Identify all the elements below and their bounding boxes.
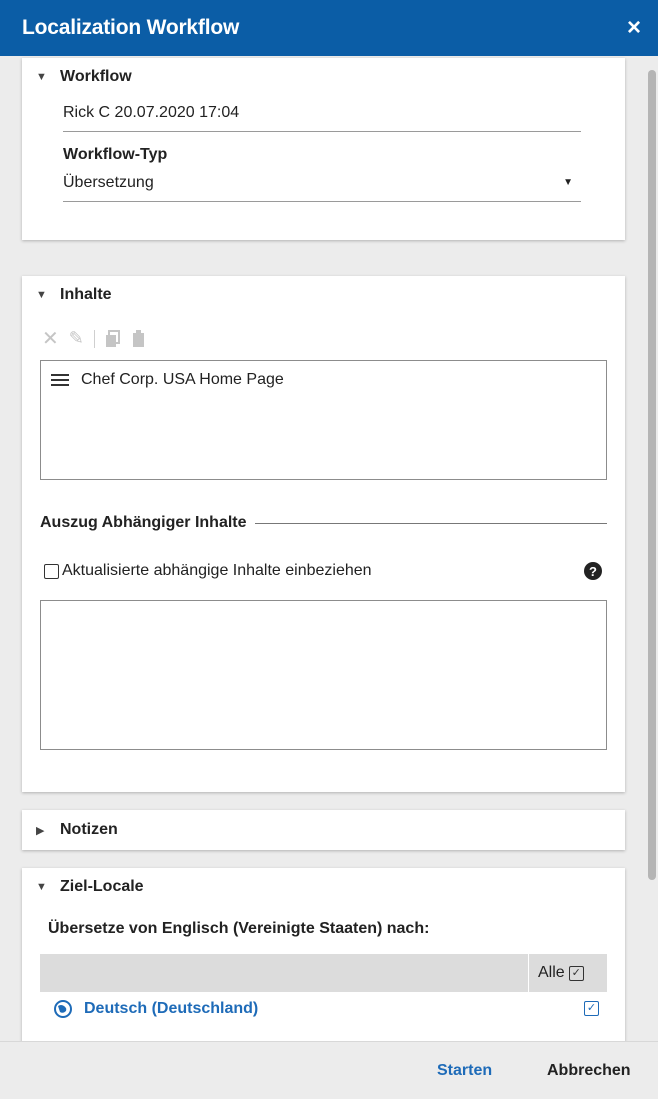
workflow-name-value: Rick C 20.07.2020 17:04 [63, 104, 240, 121]
inhalte-panel: ▼ Inhalte ✕ ✎ Chef Corp. USA Home Page A… [22, 276, 625, 792]
notizen-panel-header[interactable]: ▶ Notizen [36, 821, 118, 839]
locale-row[interactable]: Deutsch (Deutschland) ✓ [40, 992, 607, 1028]
workflow-panel-header[interactable]: ▼ Workflow [36, 68, 132, 86]
dialog-title: Localization Workflow [22, 16, 240, 39]
caret-down-icon: ▼ [36, 289, 47, 301]
workflow-name-field[interactable]: Rick C 20.07.2020 17:04 [63, 104, 581, 132]
locale-table: Alle ✓ Deutsch (Deutschland) ✓ [40, 954, 607, 1041]
inhalte-panel-header[interactable]: ▼ Inhalte [36, 286, 112, 304]
close-icon[interactable]: × [620, 14, 648, 42]
workflow-type-value: Übersetzung [63, 174, 154, 191]
select-all-label: Alle [538, 964, 565, 981]
dialog-titlebar: Localization Workflow × [0, 0, 658, 56]
paste-icon[interactable] [131, 329, 147, 348]
ziel-locale-panel: ▼ Ziel-Locale Übersetze von Englisch (Ve… [22, 868, 625, 1041]
workflow-panel: ▼ Workflow Rick C 20.07.2020 17:04 Workf… [22, 58, 625, 240]
dependent-section-header: Auszug Abhängiger Inhalte [40, 514, 607, 532]
caret-down-icon: ▼ [36, 881, 47, 893]
dependent-content-list[interactable] [40, 600, 607, 750]
inhalte-heading: Inhalte [60, 286, 112, 303]
content-toolbar: ✕ ✎ [42, 326, 147, 351]
dropdown-caret-icon: ▼ [563, 177, 573, 188]
remove-icon[interactable]: ✕ [42, 326, 59, 351]
workflow-heading: Workflow [60, 68, 132, 85]
dialog-footer: Starten Abbrechen [0, 1041, 658, 1099]
toolbar-separator [93, 329, 95, 348]
ziel-locale-panel-header[interactable]: ▼ Ziel-Locale [36, 878, 144, 896]
list-item[interactable]: Chef Corp. USA Home Page [41, 361, 606, 399]
start-button[interactable]: Starten [437, 1062, 492, 1080]
workflow-type-select[interactable]: Übersetzung ▼ [63, 174, 581, 202]
locale-table-header: Alle ✓ [40, 954, 607, 992]
cancel-button[interactable]: Abbrechen [547, 1062, 631, 1080]
list-item-label: Chef Corp. USA Home Page [81, 371, 284, 388]
header-divider [528, 954, 529, 992]
dialog-content: ▼ Workflow Rick C 20.07.2020 17:04 Workf… [0, 56, 658, 1041]
content-list[interactable]: Chef Corp. USA Home Page [40, 360, 607, 480]
section-divider [254, 522, 607, 524]
locale-name[interactable]: Deutsch (Deutschland) [84, 1000, 258, 1018]
dependent-section-label: Auszug Abhängiger Inhalte [40, 514, 247, 531]
workflow-type-label: Workflow-Typ [63, 146, 168, 163]
translate-from-label: Übersetze von Englisch (Vereinigte Staat… [48, 920, 430, 937]
notizen-heading: Notizen [60, 821, 118, 838]
edit-icon[interactable]: ✎ [69, 328, 84, 349]
caret-down-icon: ▼ [36, 71, 47, 83]
scrollbar-thumb[interactable] [648, 70, 656, 880]
include-updated-row[interactable]: Aktualisierte abhängige Inhalte einbezie… [44, 562, 372, 580]
caret-right-icon: ▶ [36, 824, 45, 837]
select-all-checkbox[interactable]: ✓ [568, 965, 584, 981]
include-updated-label: Aktualisierte abhängige Inhalte einbezie… [62, 562, 372, 579]
help-icon[interactable]: ? [584, 562, 602, 580]
scrollbar[interactable] [646, 56, 658, 1041]
globe-icon [54, 1000, 72, 1023]
notizen-panel: ▶ Notizen [22, 810, 625, 850]
ziel-locale-heading: Ziel-Locale [60, 878, 144, 895]
select-all-cell[interactable]: Alle ✓ [538, 964, 584, 982]
include-updated-checkbox[interactable] [44, 563, 59, 579]
locale-checkbox[interactable]: ✓ [584, 1001, 599, 1016]
copy-icon[interactable] [105, 329, 121, 348]
page-icon [51, 374, 69, 386]
